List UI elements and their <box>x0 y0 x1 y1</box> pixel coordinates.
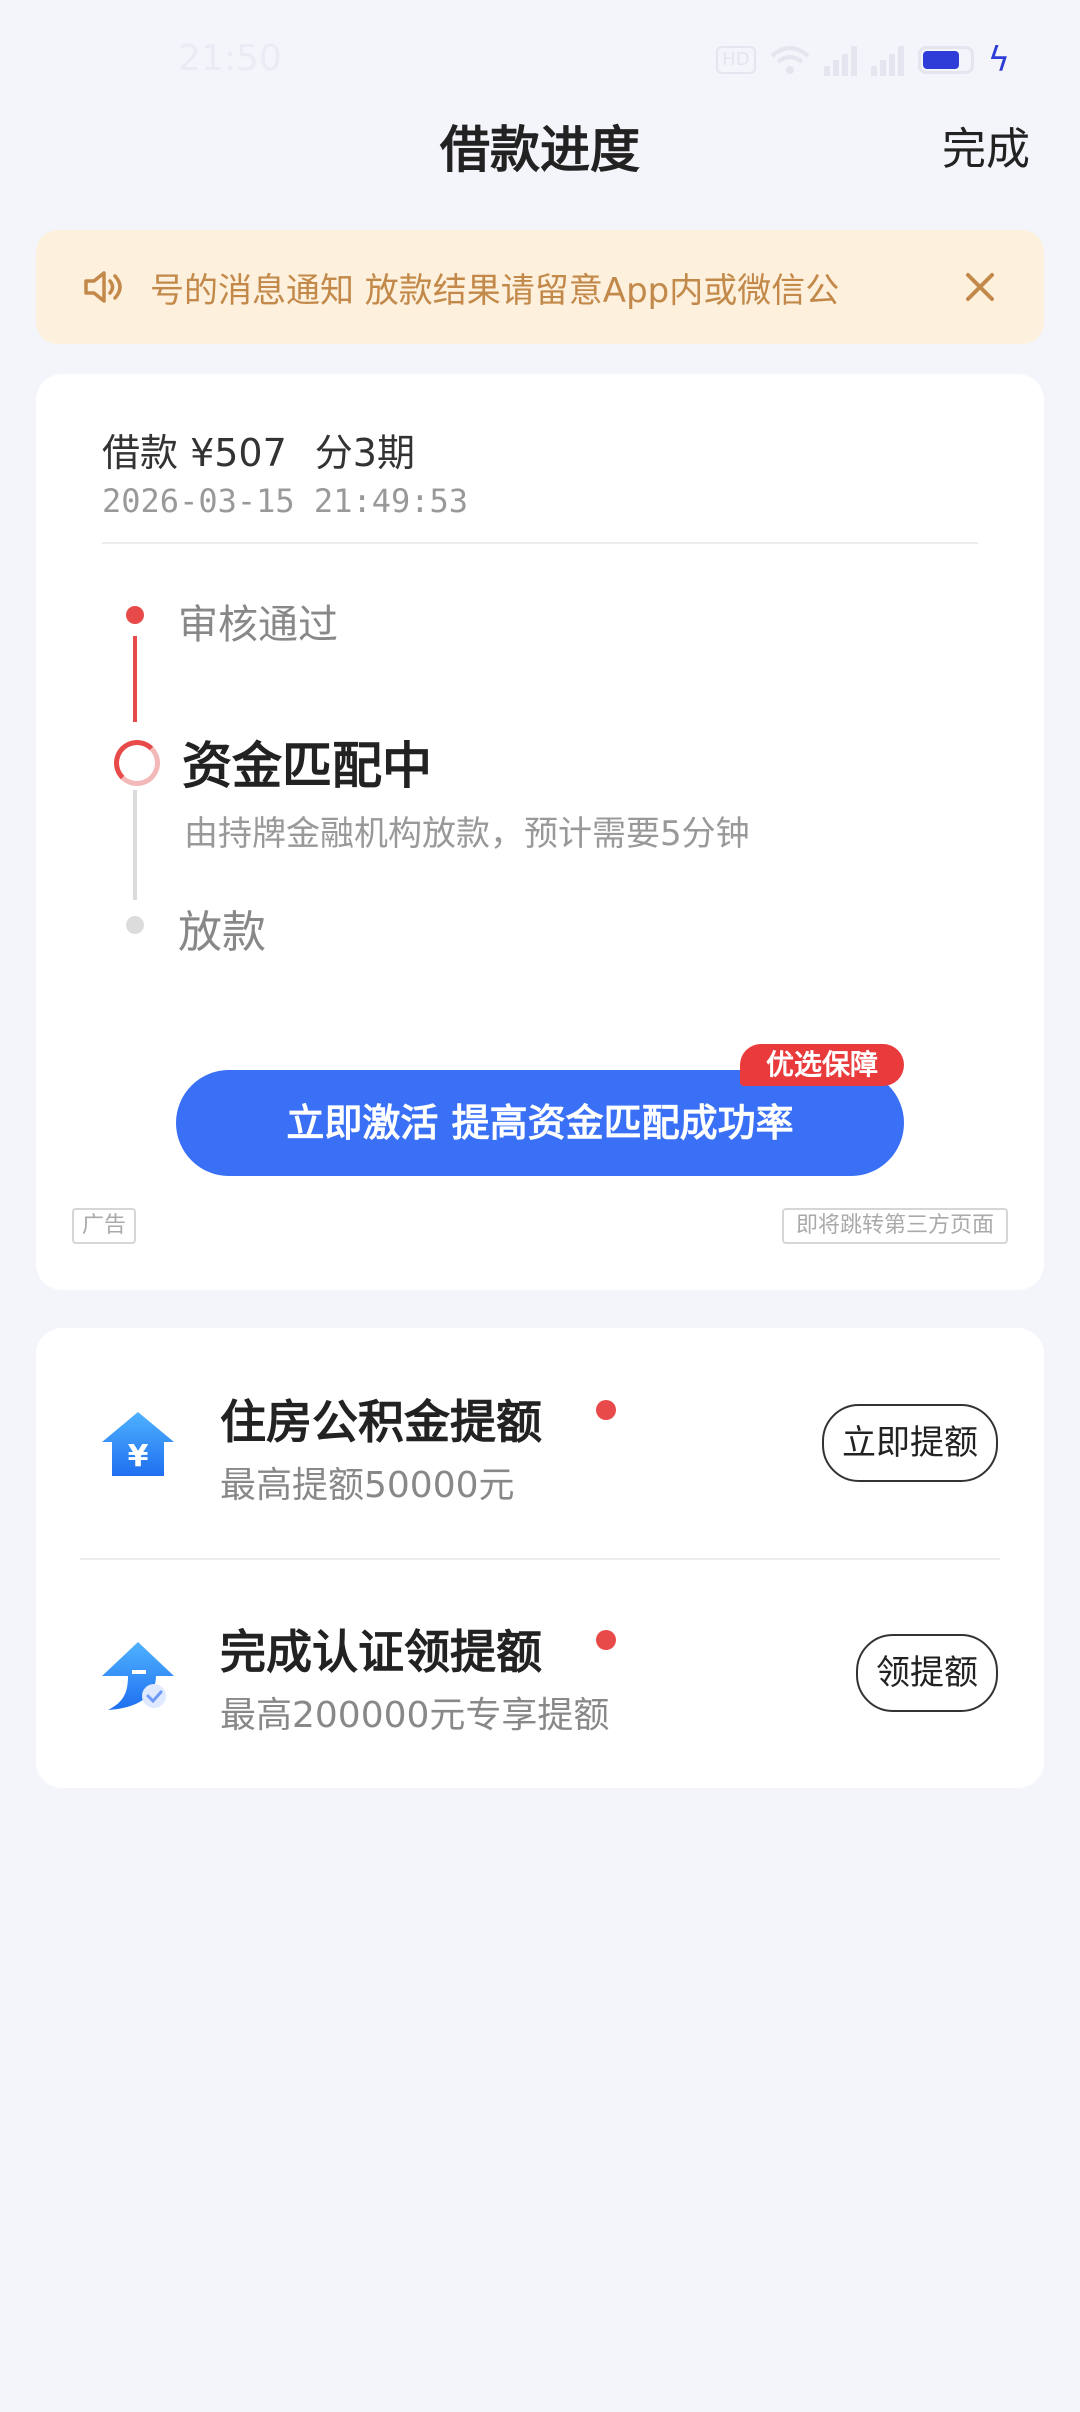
timeline-line-done <box>133 636 137 722</box>
loan-amount: 借款 ¥507 <box>102 431 287 475</box>
ad-tag: 广告 <box>72 1208 137 1244</box>
step-disbursement: 放款 <box>178 907 266 958</box>
signal-icon <box>823 44 857 76</box>
claim-limit-button[interactable]: 领提额 <box>856 1634 998 1712</box>
close-icon[interactable] <box>960 267 1000 307</box>
activate-button[interactable]: 立即激活 提高资金匹配成功率 优选保障 <box>176 1044 904 1176</box>
third-party-notice: 即将跳转第三方页面 <box>781 1208 1008 1244</box>
offer-title: 完成认证领提额 <box>220 1625 542 1679</box>
status-icons: HD ϟ <box>716 40 1010 80</box>
new-dot <box>596 1630 616 1650</box>
charging-bolt-icon: ϟ <box>987 40 1010 80</box>
battery-icon <box>917 46 974 74</box>
new-dot <box>596 1400 616 1420</box>
timeline-line-pending <box>133 790 137 900</box>
loan-time: 2026-03-15 21:49:53 <box>102 482 469 520</box>
house-yen-icon: ¥ <box>102 1412 174 1476</box>
page-title: 借款进度 <box>440 121 640 179</box>
svg-text:¥: ¥ <box>128 1439 149 1474</box>
offer-title: 住房公积金提额 <box>220 1395 542 1449</box>
notice-banner[interactable]: 号的消息通知 放款结果请留意App内或微信公 <box>36 230 1044 344</box>
status-bar: 21:50 HD ϟ <box>0 0 1080 120</box>
arrow-up-verified-icon <box>102 1642 174 1710</box>
activate-button-label: 立即激活 提高资金匹配成功率 <box>286 1101 794 1145</box>
step-current-ring <box>114 740 160 786</box>
step-fund-matching: 资金匹配中 <box>182 737 432 795</box>
done-button[interactable]: 完成 <box>942 110 1030 190</box>
offer-subtitle: 最高提额50000元 <box>220 1465 515 1506</box>
step-fund-matching-desc: 由持牌金融机构放款，预计需要5分钟 <box>184 814 750 854</box>
step-pending-dot <box>126 916 144 934</box>
offer-subtitle: 最高200000元专享提额 <box>220 1695 610 1736</box>
signal-icon-2 <box>870 44 904 76</box>
preferred-guarantee-badge: 优选保障 <box>739 1044 904 1086</box>
progress-timeline: 审核通过 资金匹配中 由持牌金融机构放款，预计需要5分钟 放款 <box>36 544 1044 958</box>
credit-offers-card: ¥ 住房公积金提额 最高提额50000元 立即提额 完成认证领提额 最高2000… <box>36 1328 1044 1788</box>
wifi-icon <box>770 46 809 74</box>
network-badge: HD <box>716 46 756 74</box>
raise-limit-button[interactable]: 立即提额 <box>822 1404 998 1482</box>
step-review-passed: 审核通过 <box>178 602 338 648</box>
offer-verification[interactable]: 完成认证领提额 最高200000元专享提额 领提额 <box>36 1558 1044 1788</box>
offer-housing-fund[interactable]: ¥ 住房公积金提额 最高提额50000元 立即提额 <box>36 1328 1044 1558</box>
status-time: 21:50 <box>178 38 282 79</box>
loan-periods: 分3期 <box>314 431 415 475</box>
loan-summary: 借款 ¥507 分3期 <box>102 422 415 477</box>
notice-text: 号的消息通知 放款结果请留意App内或微信公 <box>150 270 840 311</box>
speaker-icon <box>84 271 122 303</box>
nav-bar: 借款进度 完成 <box>0 110 1080 190</box>
loan-progress-card: 借款 ¥507 分3期 2026-03-15 21:49:53 审核通过 资金匹… <box>36 374 1044 1290</box>
step-done-dot <box>126 606 144 624</box>
